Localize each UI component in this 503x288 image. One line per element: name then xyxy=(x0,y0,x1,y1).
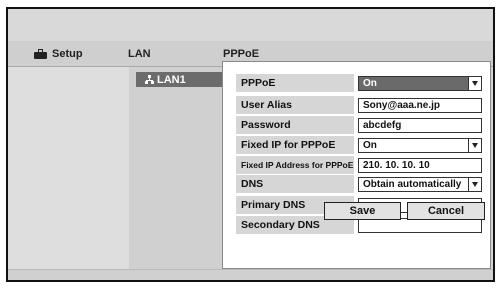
field-label: Fixed IP for PPPoE xyxy=(236,136,354,154)
password-input[interactable]: abcdefg xyxy=(358,118,482,133)
field-row-fixed-ip: Fixed IP for PPPoE On xyxy=(236,136,484,155)
field-row-user-alias: User Alias Sony@aaa.ne.jp xyxy=(236,96,484,115)
select-value: Obtain automatically xyxy=(363,179,462,190)
header-setup[interactable]: Setup xyxy=(34,48,83,60)
app-window: Setup LAN PPPoE LAN1 PPPoE On User Alias… xyxy=(6,7,495,282)
field-label: User Alias xyxy=(236,96,354,114)
fixed-ip-address-input[interactable]: 210. 10. 10. 10 xyxy=(358,158,482,173)
chevron-down-icon[interactable] xyxy=(468,178,481,191)
field-label: DNS xyxy=(236,175,354,193)
pppoe-select[interactable]: On xyxy=(358,76,482,91)
lan-list-item-lan1[interactable]: LAN1 xyxy=(136,72,228,87)
fixed-ip-select[interactable]: On xyxy=(358,138,482,153)
field-row-password: Password abcdefg xyxy=(236,116,484,135)
user-alias-input[interactable]: Sony@aaa.ne.jp xyxy=(358,98,482,113)
field-label: Fixed IP Address for PPPoE xyxy=(236,156,354,174)
field-row-pppoe: PPPoE On xyxy=(236,74,484,93)
lan-list xyxy=(129,67,222,269)
network-icon xyxy=(145,75,154,84)
field-label: PPPoE xyxy=(236,74,354,92)
header-pppoe[interactable]: PPPoE xyxy=(223,48,259,60)
field-label: Password xyxy=(236,116,354,134)
left-column xyxy=(8,67,129,269)
dns-select[interactable]: Obtain automatically xyxy=(358,177,482,192)
secondary-dns-input[interactable] xyxy=(358,218,482,233)
cancel-button[interactable]: Cancel xyxy=(407,202,485,220)
lan-list-item-label: LAN1 xyxy=(157,73,186,86)
field-row-fixed-ip-address: Fixed IP Address for PPPoE 210. 10. 10. … xyxy=(236,156,484,175)
toolbox-icon xyxy=(34,49,47,59)
bottom-band xyxy=(8,269,493,280)
select-value: On xyxy=(363,140,377,151)
chevron-down-icon[interactable] xyxy=(468,139,481,152)
header-setup-label: Setup xyxy=(52,48,83,60)
field-row-dns: DNS Obtain automatically xyxy=(236,175,484,194)
pppoe-settings-panel: PPPoE On User Alias Sony@aaa.ne.jp Passw… xyxy=(222,61,491,269)
header-lan[interactable]: LAN xyxy=(128,48,151,60)
select-value: On xyxy=(363,78,377,89)
chevron-down-icon[interactable] xyxy=(468,77,481,90)
top-band xyxy=(8,9,493,41)
save-button[interactable]: Save xyxy=(324,202,401,220)
